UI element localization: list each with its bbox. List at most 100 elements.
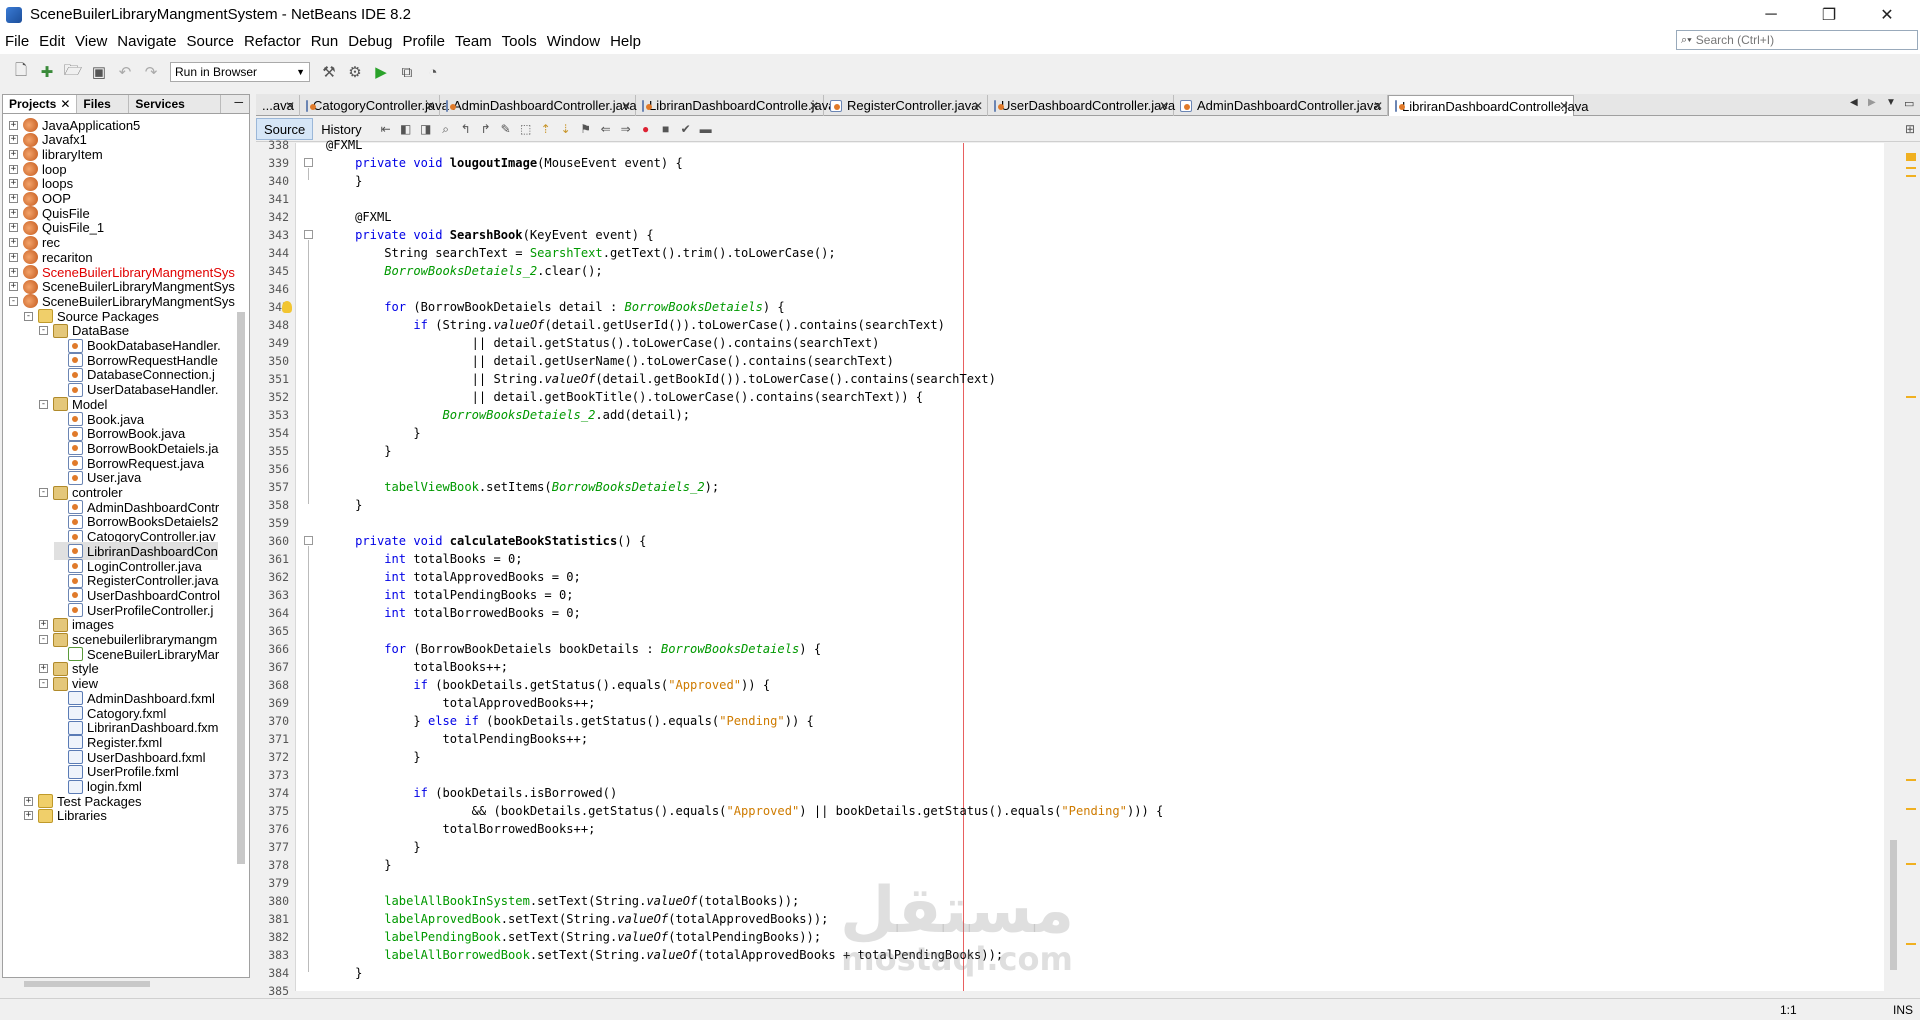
warning-marker[interactable] (1906, 396, 1916, 398)
close-icon[interactable]: ✕ (60, 97, 70, 111)
close-tab-icon[interactable]: ✕ (425, 99, 435, 113)
forward-icon[interactable]: ◨ (416, 120, 436, 138)
editor-tab[interactable]: UserDashboardController.java ✕ (988, 95, 1175, 116)
start-macro-icon[interactable]: ● (636, 120, 656, 138)
code-line[interactable]: for (BorrowBookDetaiels bookDetails : Bo… (326, 640, 821, 658)
code-line[interactable]: labelPendingBook.setText(String.valueOf(… (326, 928, 821, 946)
warning-marker[interactable] (1906, 808, 1916, 810)
find-icon[interactable]: ⌕ (436, 120, 456, 138)
code-line[interactable]: } (326, 856, 391, 874)
code-line[interactable]: || detail.getStatus().toLowerCase().cont… (326, 334, 880, 352)
code-line[interactable]: if (bookDetails.isBorrowed() (326, 784, 617, 802)
find-next-icon[interactable]: ↱ (476, 120, 496, 138)
code-line[interactable]: } (326, 838, 420, 856)
new-file-icon[interactable]: 🗋 (10, 61, 32, 83)
back-icon[interactable]: ◧ (396, 120, 416, 138)
code-line[interactable]: BorrowBooksDetaiels_2.add(detail); (326, 406, 691, 424)
code-line[interactable]: @FXML (326, 208, 391, 226)
search-input[interactable]: ⌕▾ Search (Ctrl+I) (1676, 30, 1918, 50)
close-tab-icon[interactable]: ✕ (809, 99, 819, 113)
editor-tab[interactable]: LibriranDashboardControlle.java ✕ (1388, 95, 1588, 116)
expand-icon[interactable]: + (24, 796, 33, 806)
uncomment-icon[interactable]: ▬ (696, 120, 716, 138)
close-tab-icon[interactable]: ✕ (621, 99, 631, 113)
tab-scroll-right-icon[interactable]: ▶ (1868, 97, 1876, 108)
code-line[interactable]: if (String.valueOf(detail.getUserId()).t… (326, 316, 945, 334)
tab-scroll-left-icon[interactable]: ◀ (1850, 97, 1858, 108)
code-line[interactable]: int totalApprovedBooks = 0; (326, 568, 581, 586)
code-line[interactable]: } (326, 748, 420, 766)
menu-team[interactable]: Team (450, 33, 497, 50)
stop-macro-icon[interactable]: ■ (656, 120, 676, 138)
code-line[interactable]: } (326, 496, 362, 514)
shift-right-icon[interactable]: ⇒ (616, 120, 636, 138)
code-line[interactable]: private void lougoutImage(MouseEvent eve… (326, 154, 683, 172)
lightbulb-hint-icon[interactable] (282, 301, 292, 313)
collapse-icon[interactable]: - (9, 296, 18, 306)
expand-icon[interactable]: + (9, 252, 18, 262)
editor-tab[interactable]: RegisterController.java ✕ (824, 95, 988, 116)
menu-file[interactable]: File (0, 33, 34, 50)
expand-icon[interactable]: + (9, 223, 18, 233)
prev-bookmark-icon[interactable]: ⇡ (536, 120, 556, 138)
menu-run[interactable]: Run (306, 33, 344, 50)
collapse-icon[interactable]: - (39, 488, 48, 497)
close-button[interactable]: ✕ (1858, 0, 1916, 29)
expand-icon[interactable]: + (9, 282, 18, 292)
close-tab-icon[interactable]: ✕ (1373, 99, 1383, 113)
close-tab-icon[interactable]: ✕ (1559, 99, 1569, 113)
warning-marker[interactable] (1906, 167, 1916, 169)
split-editor-icon[interactable]: ⊞ (1900, 120, 1920, 138)
code-line[interactable]: labelAllBookInSystem.setText(String.valu… (326, 892, 799, 910)
code-line[interactable]: private void calculateBookStatistics() { (326, 532, 646, 550)
expand-icon[interactable]: + (9, 179, 18, 189)
warning-marker[interactable] (1906, 175, 1916, 177)
code-line[interactable]: totalBooks++; (326, 658, 508, 676)
code-line[interactable]: labelAprovedBook.setText(String.valueOf(… (326, 910, 828, 928)
expand-icon[interactable]: + (9, 238, 18, 248)
menu-help[interactable]: Help (605, 33, 646, 50)
editor-tab[interactable]: AdminDashboardController.java ✕ (440, 95, 637, 116)
fold-toggle-icon[interactable] (304, 536, 313, 545)
menu-tools[interactable]: Tools (497, 33, 542, 50)
code-line[interactable]: } (326, 172, 362, 190)
clean-build-icon[interactable]: ⚙ (344, 61, 366, 83)
minimize-button[interactable]: ─ (1742, 0, 1800, 29)
close-tab-icon[interactable]: ✕ (973, 99, 983, 113)
code-line[interactable]: } (326, 442, 391, 460)
expand-icon[interactable]: + (39, 664, 48, 674)
save-all-icon[interactable]: ▣ (88, 61, 110, 83)
collapse-icon[interactable]: - (39, 635, 48, 644)
expand-icon[interactable]: + (9, 267, 18, 277)
open-project-icon[interactable]: 🗁 (62, 61, 84, 83)
menu-window[interactable]: Window (542, 33, 605, 50)
warning-marker[interactable] (1906, 779, 1916, 781)
menu-profile[interactable]: Profile (397, 33, 450, 50)
menu-refactor[interactable]: Refactor (239, 33, 306, 50)
undo-icon[interactable]: ↶ (114, 61, 136, 83)
toggle-highlight-icon[interactable]: ✎ (496, 120, 516, 138)
menu-debug[interactable]: Debug (343, 33, 397, 50)
code-line[interactable]: tabelViewBook.setItems(BorrowBooksDetaie… (326, 478, 719, 496)
warning-marker[interactable] (1906, 863, 1916, 865)
expand-icon[interactable]: + (9, 208, 18, 218)
expand-icon[interactable]: + (9, 120, 18, 130)
editor-tab[interactable]: CatogoryController.java ✕ (300, 95, 449, 116)
menu-edit[interactable]: Edit (34, 33, 70, 50)
menu-view[interactable]: View (70, 33, 112, 50)
code-line[interactable]: } else if (bookDetails.getStatus().equal… (326, 712, 813, 730)
code-line[interactable]: @FXML (326, 136, 362, 154)
collapse-icon[interactable]: - (39, 326, 48, 336)
fold-toggle-icon[interactable] (304, 230, 313, 239)
fold-toggle-icon[interactable] (304, 158, 313, 167)
code-line[interactable]: if (bookDetails.getStatus().equals("Appr… (326, 676, 770, 694)
toggle-bookmark-icon[interactable]: ⚑ (576, 120, 596, 138)
tree-hscrollbar[interactable] (24, 981, 150, 987)
code-line[interactable]: String searchText = SearshText.getText()… (326, 244, 835, 262)
tree-item[interactable]: + Libraries (24, 807, 107, 825)
code-line[interactable]: && (bookDetails.getStatus().equals("Appr… (326, 802, 1164, 820)
code-line[interactable]: totalBorrowedBooks++; (326, 820, 595, 838)
expand-icon[interactable]: + (9, 194, 18, 203)
code-line[interactable]: for (BorrowBookDetaiels detail : BorrowB… (326, 298, 784, 316)
next-bookmark-icon[interactable]: ⇣ (556, 120, 576, 138)
